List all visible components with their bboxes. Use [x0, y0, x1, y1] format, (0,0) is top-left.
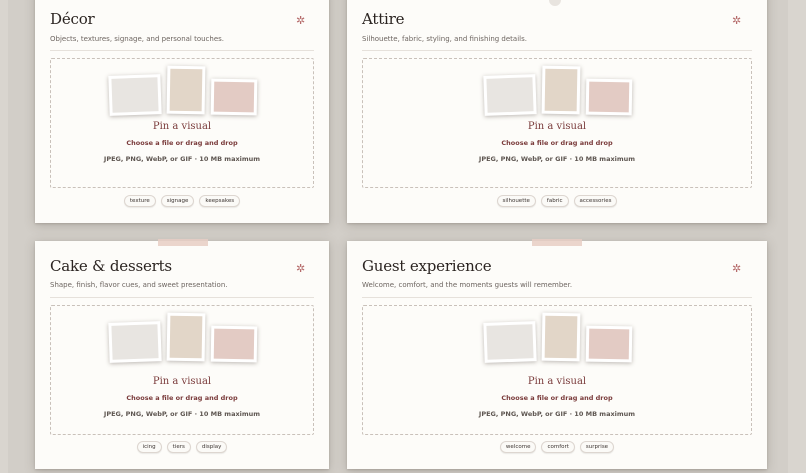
- card-subtitle: Objects, textures, signage, and personal…: [50, 35, 225, 43]
- tag-chip[interactable]: display: [195, 441, 228, 453]
- washi-tape: [532, 239, 582, 246]
- washi-tape: [158, 239, 208, 246]
- upload-dropzone[interactable]: Pin a visual Choose a file or drag and d…: [362, 305, 752, 435]
- card-title: Guest experience: [362, 257, 492, 275]
- divider: [362, 50, 752, 51]
- format-hint: JPEG, PNG, WebP, or GIF · 10 MB maximum: [478, 155, 636, 163]
- pin-visual-label: Pin a visual: [152, 376, 212, 387]
- sparkle-icon[interactable]: ✲: [296, 15, 308, 27]
- choose-file-link[interactable]: Choose a file or drag and drop: [363, 394, 751, 402]
- divider: [362, 297, 752, 298]
- card-subtitle: Silhouette, fabric, styling, and finishi…: [362, 35, 527, 43]
- divider: [50, 50, 314, 51]
- tag-list: welcome comfort surprise: [347, 441, 767, 453]
- card-cake-desserts: Cake & desserts Shape, finish, flavor cu…: [35, 239, 329, 469]
- choose-file-link[interactable]: Choose a file or drag and drop: [51, 394, 313, 402]
- card-title: Décor: [50, 10, 95, 28]
- format-hint: JPEG, PNG, WebP, or GIF · 10 MB maximum: [478, 410, 636, 418]
- placeholder-image: [541, 65, 581, 115]
- pin-visual-label: Pin a visual: [152, 121, 212, 132]
- pin-visual-label: Pin a visual: [527, 376, 587, 387]
- format-hint: JPEG, PNG, WebP, or GIF · 10 MB maximum: [103, 410, 261, 418]
- choose-file-link[interactable]: Choose a file or drag and drop: [51, 139, 313, 147]
- card-decor: Décor Objects, textures, signage, and pe…: [35, 0, 329, 223]
- placeholder-image: [166, 65, 206, 115]
- tag-chip[interactable]: signage: [160, 195, 195, 207]
- tag-chip[interactable]: icing: [136, 441, 162, 453]
- divider: [50, 297, 314, 298]
- upload-dropzone[interactable]: Pin a visual Choose a file or drag and d…: [50, 58, 314, 188]
- tag-chip[interactable]: surprise: [579, 441, 615, 453]
- sparkle-icon[interactable]: ✲: [732, 263, 744, 275]
- tag-list: silhouette fabric accessories: [347, 195, 767, 207]
- placeholder-image: [108, 321, 162, 363]
- placeholder-image: [108, 74, 162, 116]
- placeholder-image: [210, 325, 258, 363]
- upload-dropzone[interactable]: Pin a visual Choose a file or drag and d…: [50, 305, 314, 435]
- card-guest-experience: Guest experience Welcome, comfort, and t…: [347, 239, 767, 469]
- placeholder-image: [210, 78, 258, 116]
- placeholder-image: [483, 74, 537, 116]
- tag-list: icing tiers display: [35, 441, 329, 453]
- placeholder-image: [166, 312, 206, 362]
- card-attire: Attire Silhouette, fabric, styling, and …: [347, 0, 767, 223]
- placeholder-image: [483, 321, 537, 363]
- card-subtitle: Welcome, comfort, and the moments guests…: [362, 281, 573, 289]
- card-subtitle: Shape, finish, flavor cues, and sweet pr…: [50, 281, 228, 289]
- placeholder-image: [541, 312, 581, 362]
- tag-chip[interactable]: welcome: [499, 441, 537, 453]
- sparkle-icon[interactable]: ✲: [732, 15, 744, 27]
- placeholder-image: [585, 78, 633, 116]
- tag-list: texture signage keepsakes: [35, 195, 329, 207]
- card-title: Attire: [362, 10, 405, 28]
- tag-chip[interactable]: silhouette: [496, 195, 536, 207]
- tag-chip[interactable]: tiers: [166, 441, 191, 453]
- tag-chip[interactable]: texture: [123, 195, 156, 207]
- tag-chip[interactable]: accessories: [573, 195, 618, 207]
- placeholder-image: [585, 325, 633, 363]
- card-title: Cake & desserts: [50, 257, 172, 275]
- pin-visual-label: Pin a visual: [527, 121, 587, 132]
- format-hint: JPEG, PNG, WebP, or GIF · 10 MB maximum: [103, 155, 261, 163]
- sparkle-icon[interactable]: ✲: [296, 263, 308, 275]
- tag-chip[interactable]: keepsakes: [199, 195, 241, 207]
- tag-chip[interactable]: fabric: [540, 195, 569, 207]
- tag-chip[interactable]: comfort: [541, 441, 575, 453]
- pin-knob: [549, 0, 561, 6]
- upload-dropzone[interactable]: Pin a visual Choose a file or drag and d…: [362, 58, 752, 188]
- choose-file-link[interactable]: Choose a file or drag and drop: [363, 139, 751, 147]
